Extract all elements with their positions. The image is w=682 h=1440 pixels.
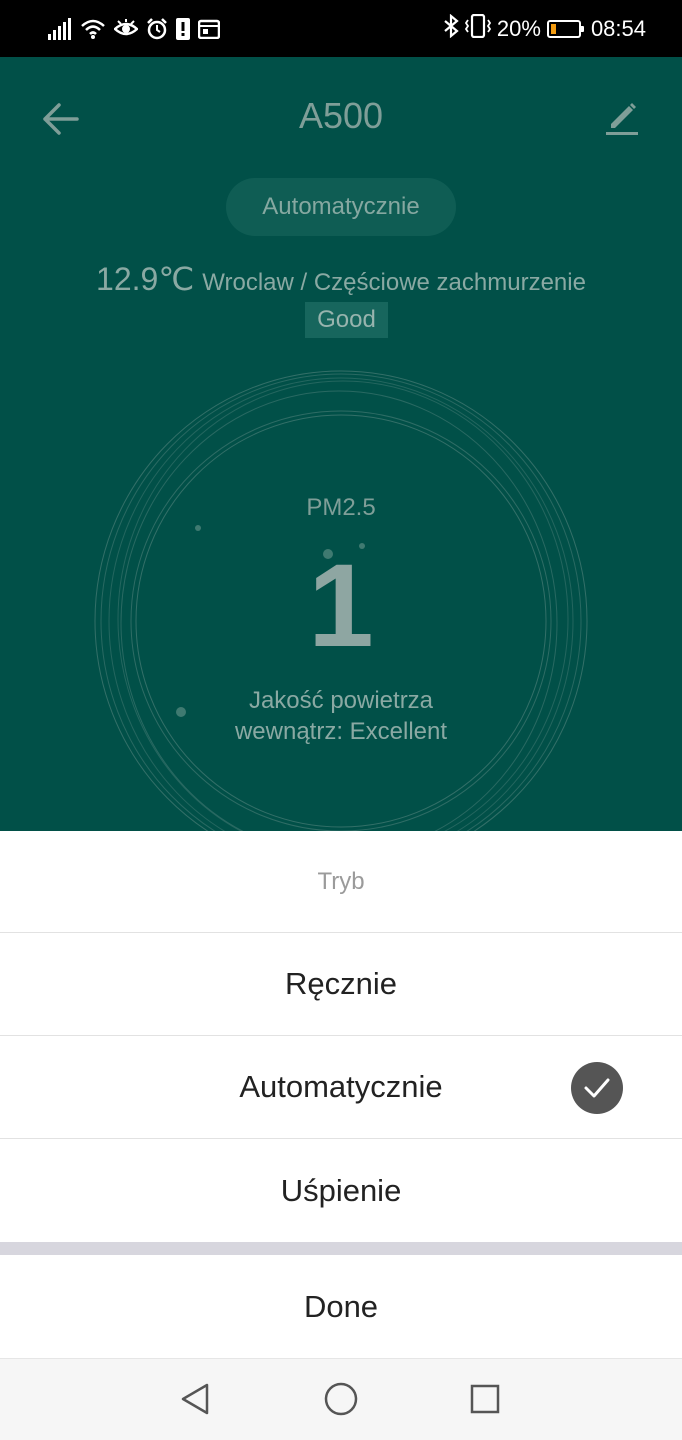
battery-icon xyxy=(546,20,584,38)
recents-square-icon xyxy=(470,1384,500,1414)
indoor-quality-line1: Jakość powietrza xyxy=(248,687,434,714)
option-label: Uśpienie xyxy=(280,1172,402,1208)
alert-icon xyxy=(176,18,190,40)
calendar-icon xyxy=(198,19,220,39)
sheet-title: Tryb xyxy=(0,831,682,933)
back-triangle-icon xyxy=(181,1383,209,1415)
nav-home-button[interactable] xyxy=(321,1379,361,1419)
sheet-divider xyxy=(0,1242,682,1255)
signal-icon xyxy=(48,18,72,40)
done-button[interactable]: Done xyxy=(0,1255,682,1358)
battery-fill xyxy=(550,24,556,34)
option-automatic[interactable]: Automatycznie xyxy=(0,1036,682,1139)
home-circle-icon xyxy=(324,1382,358,1416)
navigation-bar xyxy=(0,1358,682,1440)
clock: 08:54 xyxy=(590,16,646,41)
wifi-icon xyxy=(80,18,106,40)
nav-back-button[interactable] xyxy=(175,1379,215,1419)
eye-icon xyxy=(114,19,138,39)
status-left-icons xyxy=(48,14,220,44)
alarm-icon xyxy=(146,18,168,40)
option-label: Ręcznie xyxy=(285,966,397,1001)
check-icon xyxy=(571,1062,623,1114)
status-right-icons: 20% 08:54 xyxy=(443,13,646,44)
pm-label: PM2.5 xyxy=(306,494,376,521)
vibrate-icon xyxy=(464,13,491,44)
device-area: A500 Automatycznie 12.9℃ Wroclaw / Części… xyxy=(0,57,682,831)
indoor-quality-text: Jakość powietrza wewnątrz: Excellent xyxy=(0,685,682,747)
option-sleep[interactable]: Uśpienie xyxy=(0,1139,682,1242)
pm-value: 1 xyxy=(308,540,374,672)
bluetooth-icon xyxy=(443,13,459,44)
option-label: Automatycznie xyxy=(239,1069,443,1104)
battery-percent: 20% xyxy=(496,16,541,41)
mode-sheet: Tryb Ręcznie Automatycznie Uśpienie xyxy=(0,831,682,1242)
status-bar: 20% 08:54 xyxy=(0,0,682,57)
indoor-quality-line2: wewnątrz: Excellent xyxy=(234,718,448,745)
nav-recents-button[interactable] xyxy=(465,1379,505,1419)
option-manual[interactable]: Ręcznie xyxy=(0,933,682,1036)
